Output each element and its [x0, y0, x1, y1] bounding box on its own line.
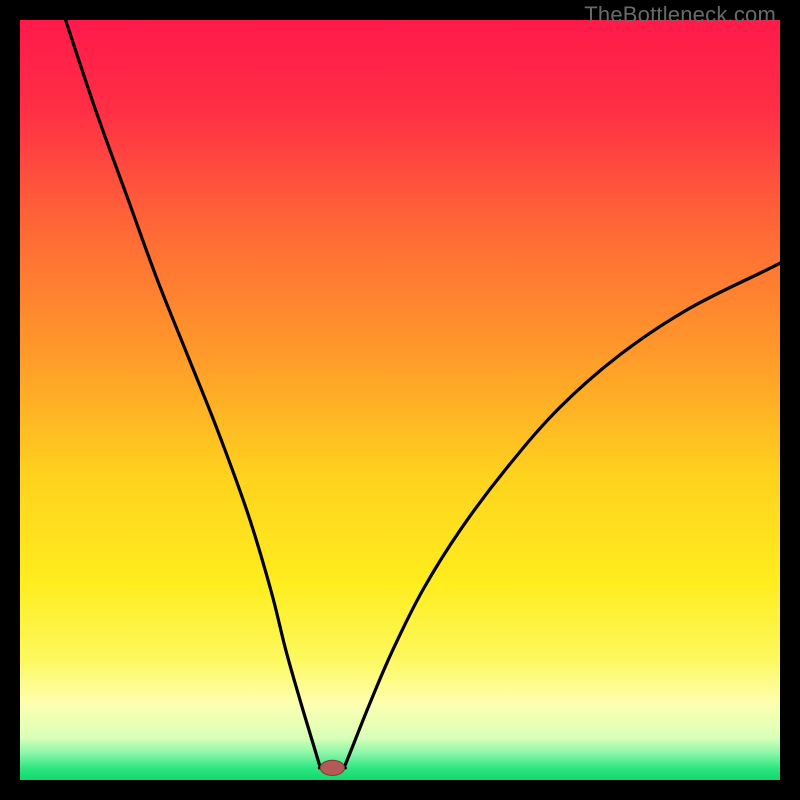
- chart-frame: [20, 20, 780, 780]
- watermark-text: TheBottleneck.com: [584, 2, 776, 28]
- bottleneck-chart: [20, 20, 780, 780]
- chart-background: [20, 20, 780, 780]
- min-marker: [320, 760, 344, 775]
